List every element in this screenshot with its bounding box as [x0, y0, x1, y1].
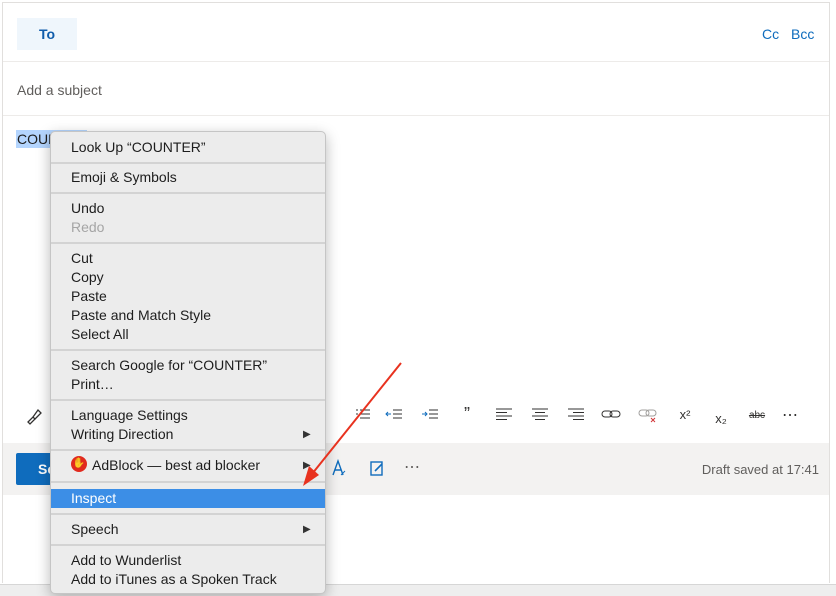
annotation-arrow-icon [303, 362, 402, 486]
